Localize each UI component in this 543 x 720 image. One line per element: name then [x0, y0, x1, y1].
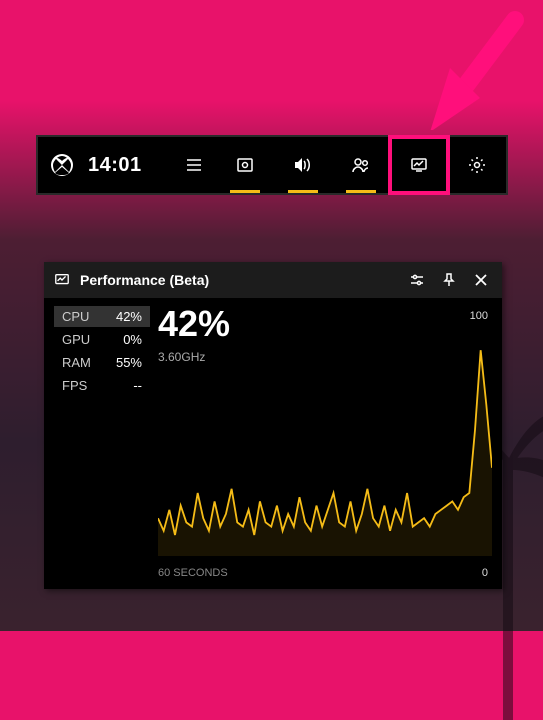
- y-axis-min: 0: [482, 567, 488, 579]
- settings-button[interactable]: [448, 137, 506, 193]
- stat-value: 55%: [116, 356, 142, 369]
- xbox-icon[interactable]: [50, 153, 74, 177]
- stat-label: RAM: [62, 356, 91, 369]
- close-button[interactable]: [470, 269, 492, 291]
- stat-value: --: [133, 379, 142, 392]
- options-button[interactable]: [406, 269, 428, 291]
- stat-row-fps[interactable]: FPS --: [54, 375, 150, 396]
- performance-icon: [54, 272, 70, 288]
- chart-area: 42% 3.60GHz 100 0 60 SECONDS: [158, 306, 492, 579]
- people-icon: [351, 156, 371, 174]
- capture-button[interactable]: [216, 137, 274, 193]
- performance-icon: [410, 156, 428, 174]
- speaker-icon: [293, 156, 313, 174]
- stat-row-cpu[interactable]: CPU 42%: [54, 306, 150, 327]
- selected-stat-value: 42%: [158, 306, 492, 342]
- stat-row-ram[interactable]: RAM 55%: [54, 352, 150, 373]
- stat-row-gpu[interactable]: GPU 0%: [54, 329, 150, 350]
- pin-button[interactable]: [438, 269, 460, 291]
- performance-widget: Performance (Beta) CPU 42% GPU 0% RAM 55% FPS -…: [44, 262, 502, 589]
- annotation-arrow: [420, 10, 530, 130]
- performance-header: Performance (Beta): [44, 262, 502, 298]
- stats-list: CPU 42% GPU 0% RAM 55% FPS --: [54, 306, 150, 579]
- widgets-list-icon[interactable]: [185, 156, 203, 174]
- y-axis-max: 100: [470, 310, 488, 322]
- capture-icon: [236, 156, 254, 174]
- performance-button[interactable]: [390, 137, 448, 193]
- game-bar-toolbar: 14:01: [36, 135, 508, 195]
- stat-label: FPS: [62, 379, 87, 392]
- x-axis-label: 60 SECONDS: [158, 567, 228, 579]
- clock: 14:01: [88, 154, 142, 177]
- social-button[interactable]: [332, 137, 390, 193]
- stat-value: 42%: [116, 310, 142, 323]
- toolbar-left: 14:01: [38, 137, 216, 193]
- performance-title: Performance (Beta): [80, 272, 396, 288]
- gear-icon: [468, 156, 486, 174]
- cpu-chart: [158, 346, 492, 556]
- stat-label: GPU: [62, 333, 90, 346]
- stat-label: CPU: [62, 310, 89, 323]
- audio-button[interactable]: [274, 137, 332, 193]
- stat-value: 0%: [123, 333, 142, 346]
